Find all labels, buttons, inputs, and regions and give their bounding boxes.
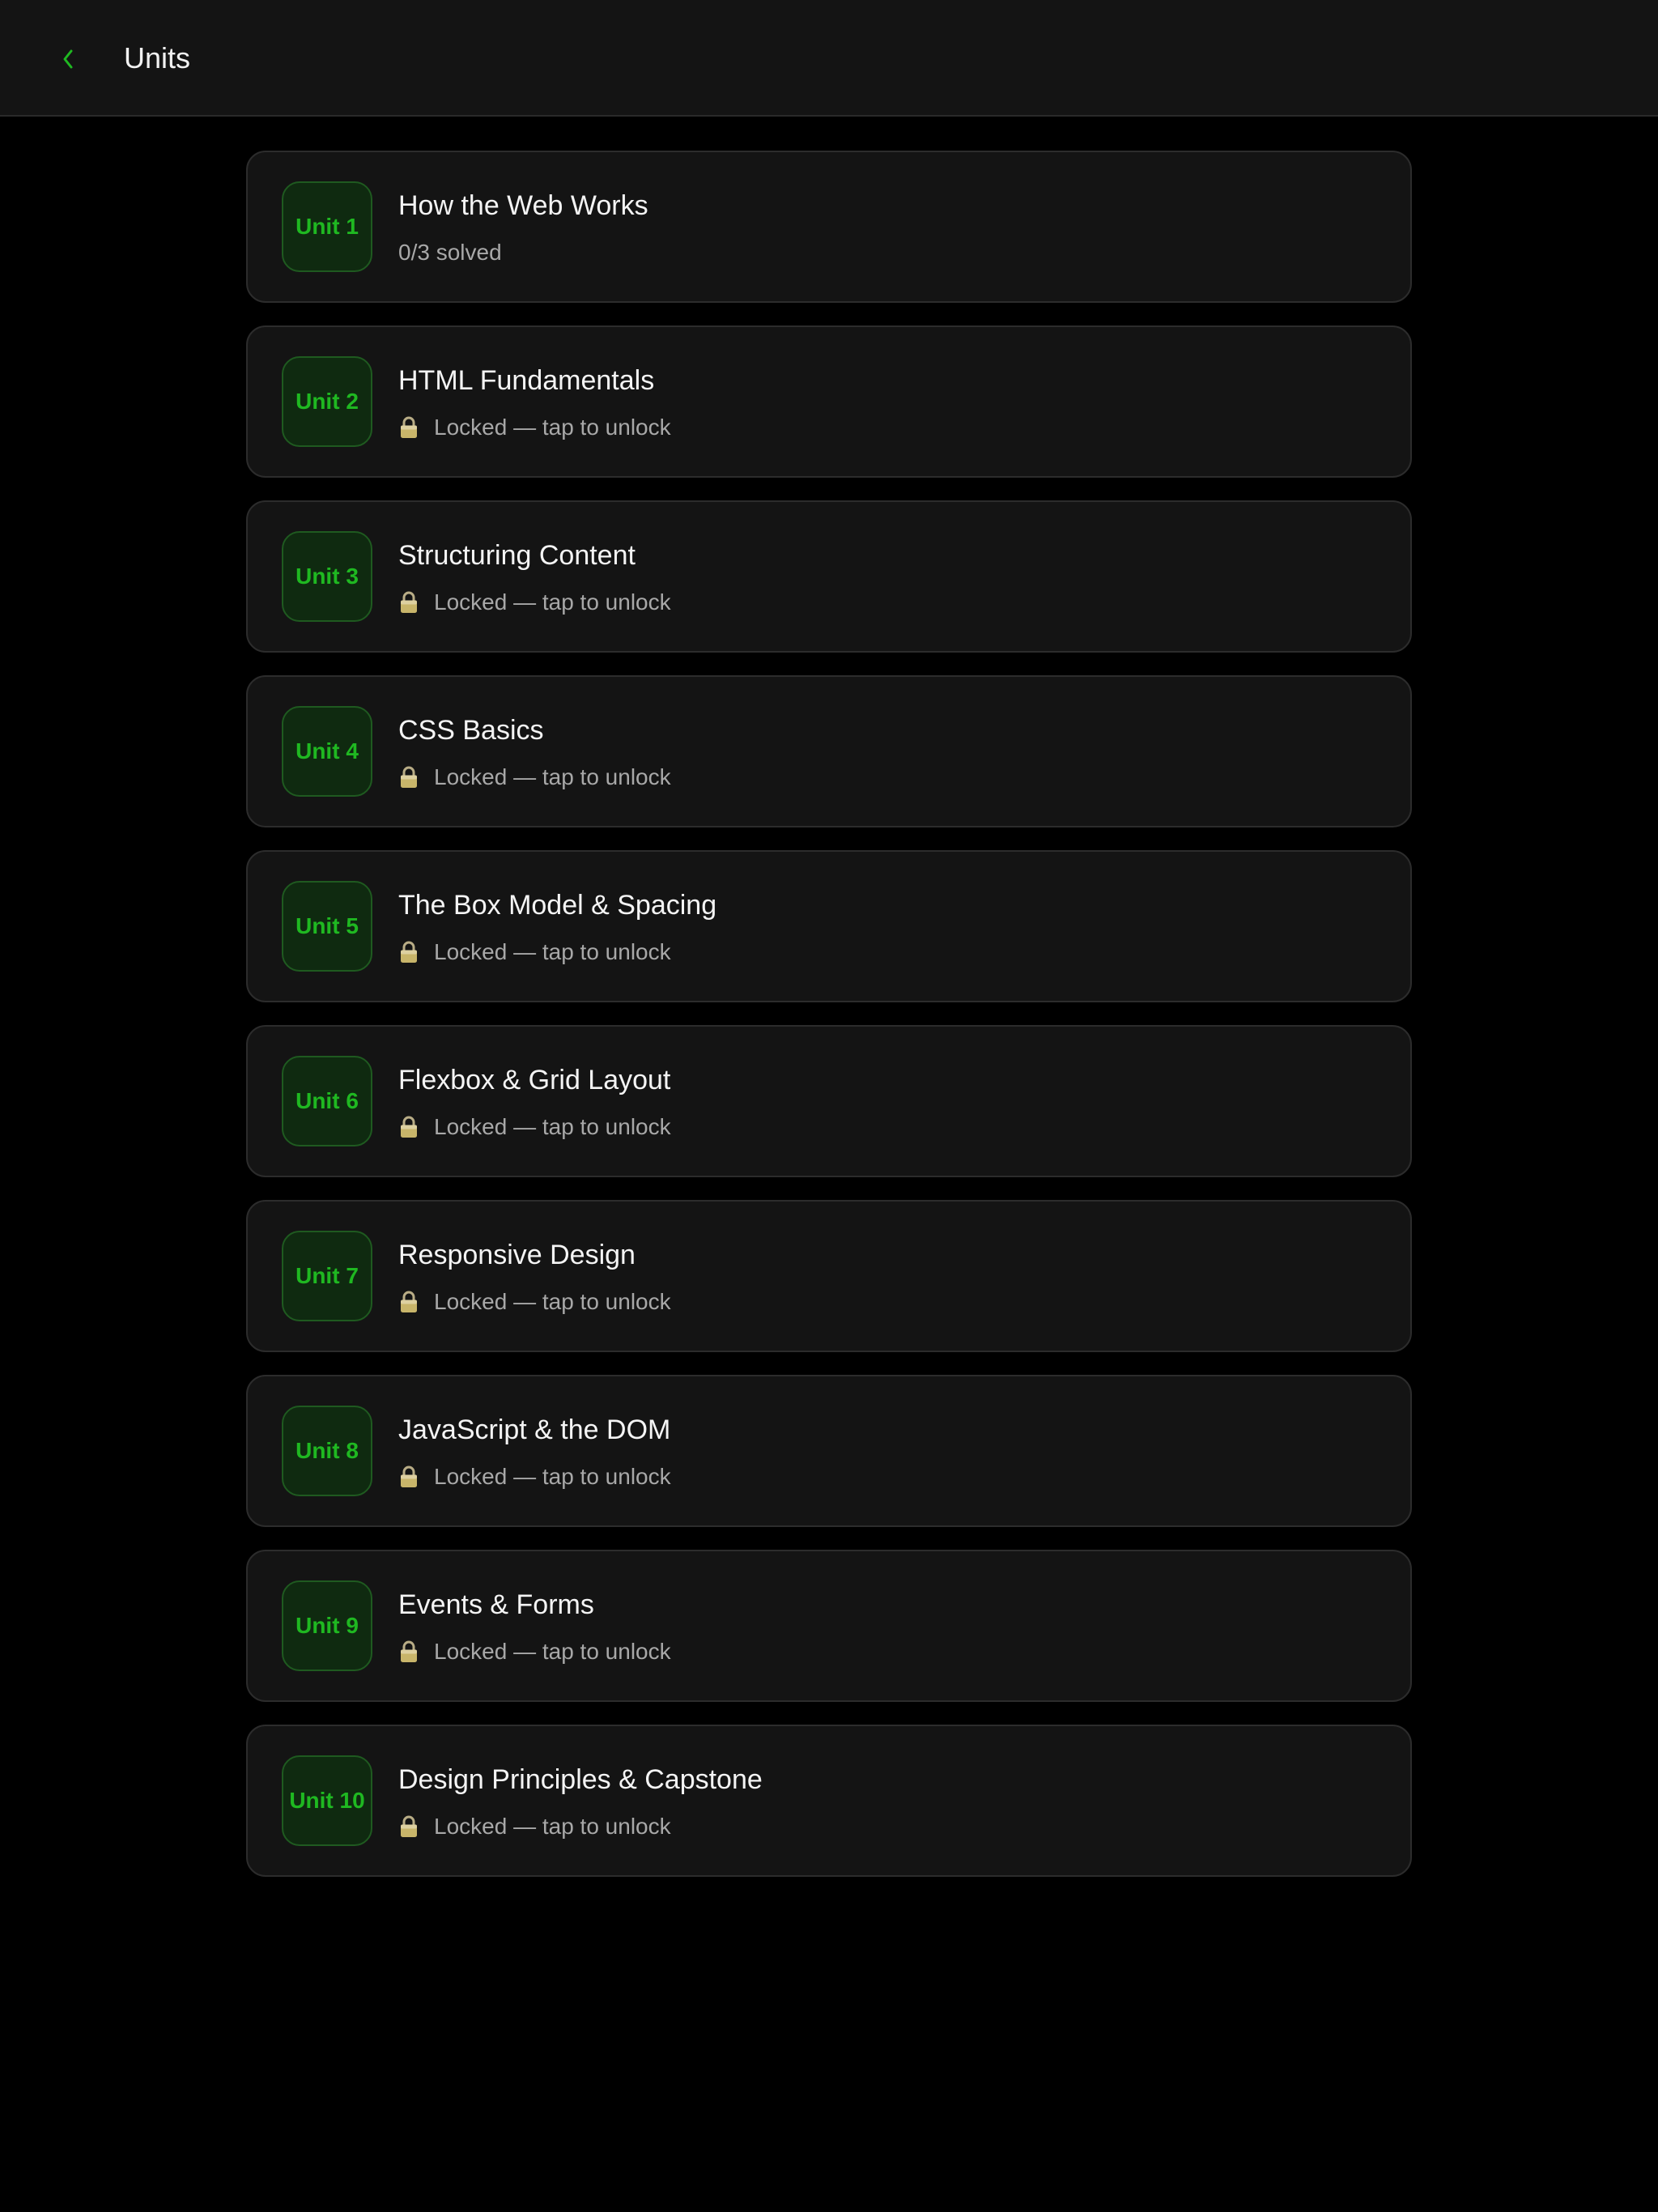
unit-card-5[interactable]: Unit 5 The Box Model & Spacing Locked — … [246,850,1412,1002]
lock-icon [398,1115,419,1139]
unit-status: Locked — tap to unlock [398,1286,671,1318]
unit-card-10[interactable]: Unit 10 Design Principles & Capstone Loc… [246,1725,1412,1877]
unit-title: Flexbox & Grid Layout [398,1065,671,1095]
unit-status-text: Locked — tap to unlock [434,1464,671,1489]
unit-card-6[interactable]: Unit 6 Flexbox & Grid Layout Locked — ta… [246,1025,1412,1177]
unit-status-text: Locked — tap to unlock [434,415,671,440]
unit-status: Locked — tap to unlock [398,1636,671,1668]
unit-status-text: Locked — tap to unlock [434,1814,671,1839]
unit-badge: Unit 1 [282,181,372,272]
unit-title: How the Web Works [398,190,648,221]
unit-status: Locked — tap to unlock [398,936,671,968]
lock-icon [398,415,419,440]
lock-icon [398,1640,419,1664]
unit-badge: Unit 4 [282,706,372,797]
unit-status-text: Locked — tap to unlock [434,1639,671,1664]
unit-status: Locked — tap to unlock [398,1461,671,1493]
lock-icon [398,765,419,789]
page-title: Units [124,41,191,74]
unit-status: 0/3 solved [398,236,502,269]
unit-badge: Unit 3 [282,531,372,622]
unit-badge: Unit 10 [282,1755,372,1846]
unit-title: JavaScript & the DOM [398,1414,671,1445]
unit-status: Locked — tap to unlock [398,411,671,444]
unit-badge: Unit 5 [282,881,372,972]
unit-status-text: 0/3 solved [398,240,502,265]
unit-card-9[interactable]: Unit 9 Events & Forms Locked — tap to un… [246,1550,1412,1702]
unit-card-2[interactable]: Unit 2 HTML Fundamentals Locked — tap to… [246,325,1412,478]
unit-title: HTML Fundamentals [398,365,655,396]
unit-title: Responsive Design [398,1240,636,1270]
unit-badge: Unit 2 [282,356,372,447]
unit-title: Design Principles & Capstone [398,1764,763,1795]
unit-title: Structuring Content [398,540,636,571]
lock-icon [398,940,419,964]
lock-icon [398,1814,419,1839]
unit-status-text: Locked — tap to unlock [434,1289,671,1314]
unit-status-text: Locked — tap to unlock [434,589,671,615]
unit-badge: Unit 9 [282,1580,372,1671]
unit-title: Events & Forms [398,1589,594,1620]
unit-card-7[interactable]: Unit 7 Responsive Design Locked — tap to… [246,1200,1412,1352]
unit-card-3[interactable]: Unit 3 Structuring Content Locked — tap … [246,500,1412,653]
unit-status-text: Locked — tap to unlock [434,764,671,789]
unit-card-8[interactable]: Unit 8 JavaScript & the DOM Locked — tap… [246,1375,1412,1527]
unit-list: Unit 1 How the Web Works 0/3 solved Unit… [246,151,1412,1899]
unit-title: The Box Model & Spacing [398,890,717,921]
unit-title: CSS Basics [398,715,544,746]
unit-badge: Unit 6 [282,1056,372,1146]
unit-status: Locked — tap to unlock [398,1111,671,1143]
unit-status: Locked — tap to unlock [398,761,671,793]
unit-card-4[interactable]: Unit 4 CSS Basics Locked — tap to unlock [246,675,1412,827]
chevron-left-icon [60,48,76,70]
unit-card-1[interactable]: Unit 1 How the Web Works 0/3 solved [246,151,1412,303]
unit-status-text: Locked — tap to unlock [434,1114,671,1139]
unit-status-text: Locked — tap to unlock [434,939,671,964]
lock-icon [398,590,419,615]
unit-badge: Unit 8 [282,1406,372,1496]
back-button[interactable] [50,37,86,81]
lock-icon [398,1465,419,1489]
unit-badge: Unit 7 [282,1231,372,1321]
lock-icon [398,1290,419,1314]
unit-status: Locked — tap to unlock [398,586,671,619]
unit-status: Locked — tap to unlock [398,1810,671,1843]
top-bar: Units [0,0,1658,117]
